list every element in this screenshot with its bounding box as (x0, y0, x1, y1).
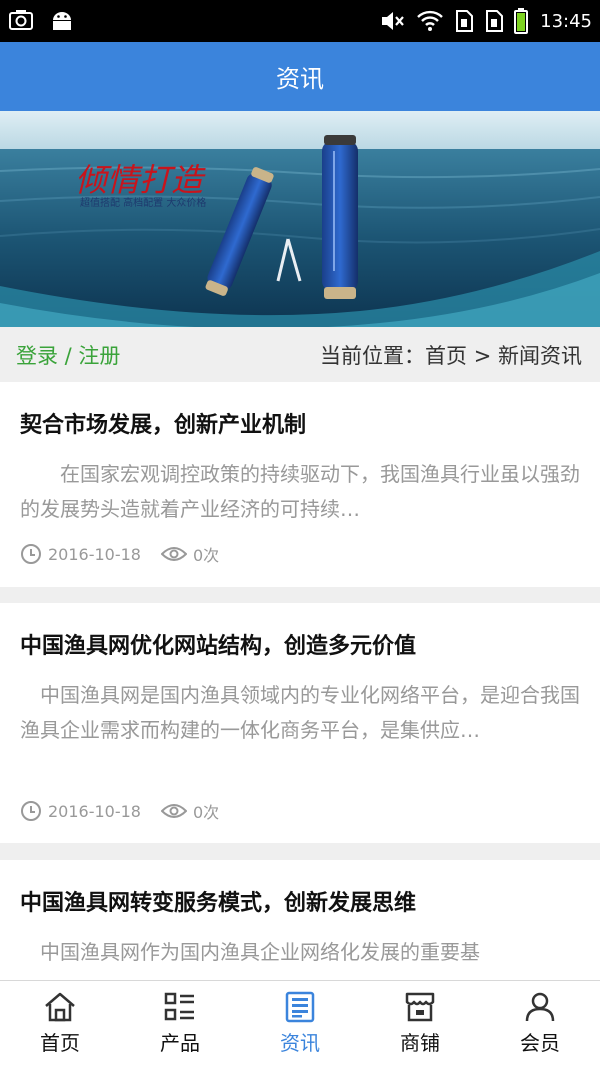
nav-item-member[interactable]: 会员 (480, 981, 600, 1067)
eye-icon (160, 804, 187, 818)
home-icon (45, 992, 75, 1022)
article-date: 2016-10-18 (48, 801, 141, 821)
user-icon (525, 992, 555, 1022)
login-register-link[interactable]: 登录 / 注册 (16, 340, 120, 370)
nav-item-products[interactable]: 产品 (120, 981, 240, 1067)
article-excerpt: 中国渔具网作为国内渔具企业网络化发展的重要基 (20, 940, 480, 964)
article-title[interactable]: 中国渔具网转变服务模式，创新发展思维 (20, 885, 416, 917)
article-title[interactable]: 契合市场发展，创新产业机制 (20, 407, 306, 439)
article-excerpt: 中国渔具网是国内渔具领域内的专业化网络平台，是迎合我国渔具企业需求而构建的一体化… (20, 683, 580, 742)
sim-card-icon (456, 10, 474, 32)
article-views: 0次 (192, 803, 220, 822)
article-card[interactable]: 中国渔具网优化网站结构，创造多元价值 中国渔具网是国内渔具领域内的专业化网络平台… (0, 603, 600, 843)
clock-icon (21, 801, 41, 821)
article-meta: 2016-10-18 0次 (20, 799, 219, 823)
article-meta: 2016-10-18 0次 (20, 542, 219, 566)
status-time: 13:45 (540, 10, 592, 32)
mute-icon (382, 12, 404, 30)
app-header: 资讯 (0, 42, 600, 111)
nav-label: 产品 (160, 1031, 200, 1055)
nav-label: 商铺 (400, 1031, 440, 1055)
breadcrumb-bar: 登录 / 注册 当前位置：首页 > 新闻资讯 (0, 327, 600, 382)
nav-item-shops[interactable]: 商铺 (360, 981, 480, 1067)
android-icon (53, 12, 71, 30)
nav-label: 首页 (40, 1031, 80, 1055)
nav-item-news[interactable]: 资讯 (240, 981, 360, 1067)
nav-label: 资讯 (280, 1031, 320, 1055)
battery-icon (514, 8, 529, 34)
product-list-icon (164, 992, 194, 1021)
nav-label: 会员 (520, 1031, 560, 1055)
breadcrumb: 当前位置：首页 > 新闻资讯 (320, 344, 582, 368)
status-bar: 13:45 (0, 0, 600, 42)
article-card[interactable]: 中国渔具网转变服务模式，创新发展思维 中国渔具网作为国内渔具企业网络化发展的重要… (0, 860, 600, 980)
eye-icon (160, 547, 187, 561)
banner-slogan: 倾情打造 (75, 161, 206, 199)
banner-tagline: 超值搭配 高档配置 大众价格 (80, 196, 206, 209)
article-excerpt: 在国家宏观调控政策的持续驱动下，我国渔具行业虽以强劲的发展势头造就着产业经济的可… (20, 462, 580, 521)
banner-image[interactable]: 倾情打造 超值搭配 高档配置 大众价格 (0, 111, 600, 327)
wifi-icon (417, 10, 443, 31)
shop-icon (405, 992, 435, 1022)
news-icon (285, 991, 315, 1023)
bottom-nav: 首页 产品 资讯 商铺 会员 (0, 980, 600, 1067)
sim-card-icon-2 (486, 10, 504, 32)
article-title[interactable]: 中国渔具网优化网站结构，创造多元价值 (20, 628, 416, 660)
article-card[interactable]: 契合市场发展，创新产业机制 在国家宏观调控政策的持续驱动下，我国渔具行业虽以强劲… (0, 382, 600, 587)
page-title: 资讯 (276, 65, 324, 93)
clock-icon (21, 544, 41, 564)
article-views: 0次 (192, 546, 220, 565)
article-date: 2016-10-18 (48, 544, 141, 564)
screenshot-icon (9, 10, 33, 30)
nav-item-home[interactable]: 首页 (0, 981, 120, 1067)
